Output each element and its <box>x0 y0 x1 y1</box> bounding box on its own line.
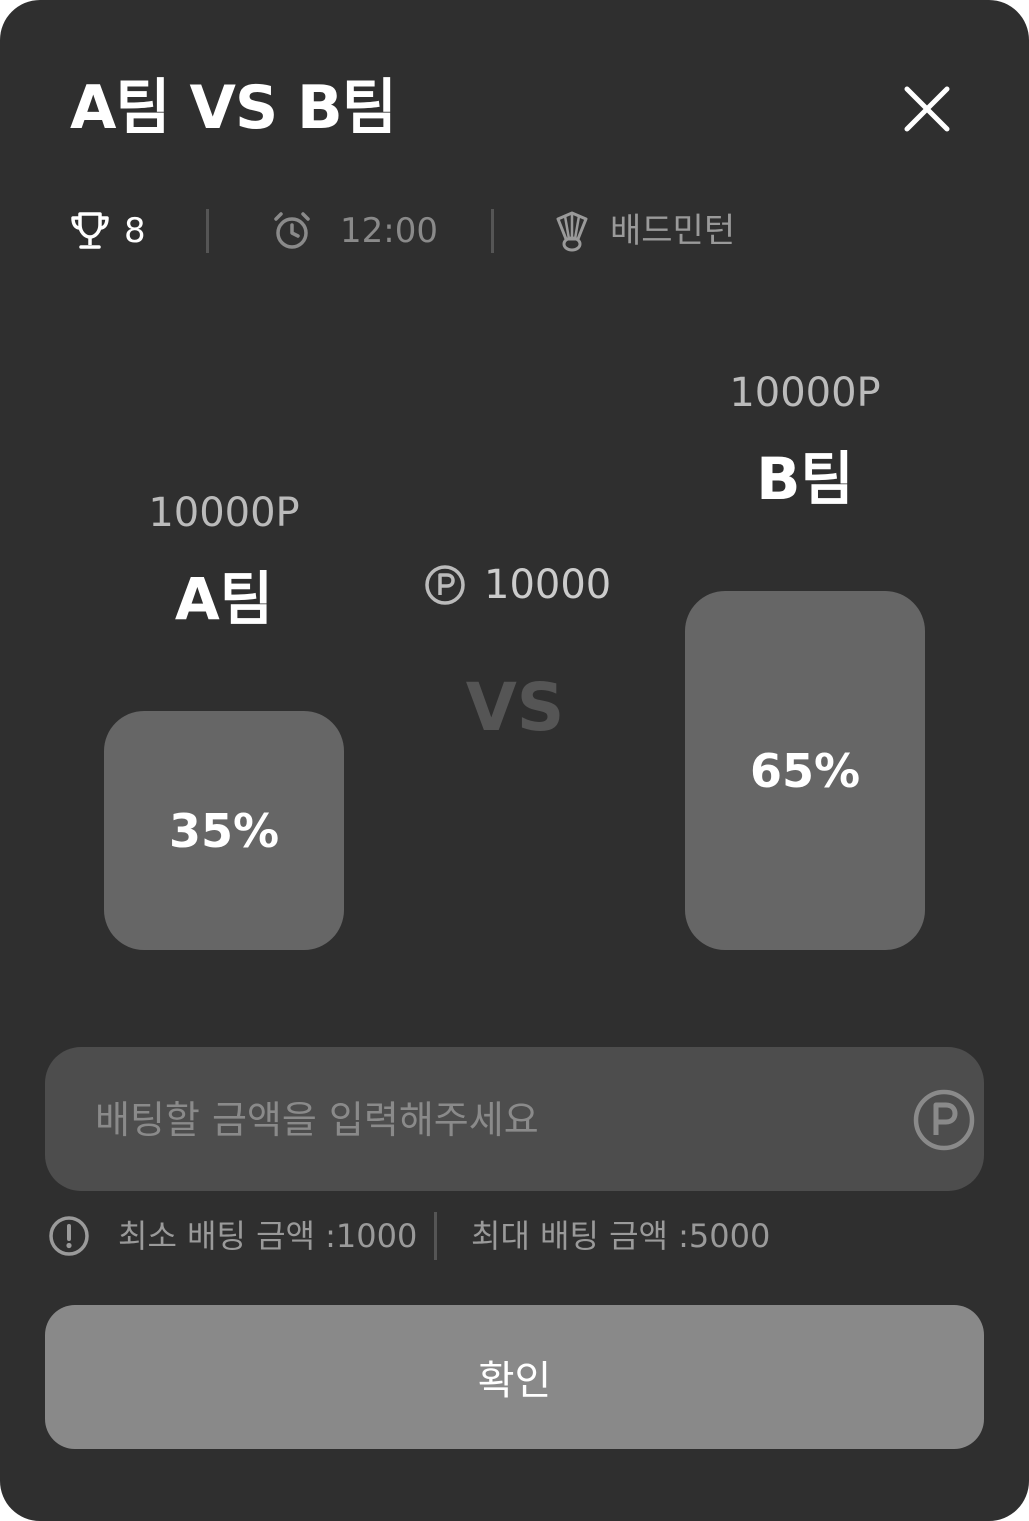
trophy-icon <box>71 212 109 249</box>
team-b-bar[interactable]: 65% <box>685 591 925 950</box>
match-time: 12:00 <box>340 211 438 251</box>
bet-amount-input[interactable] <box>93 1047 857 1193</box>
modal-title: A팀 VS B팀 <box>70 73 397 143</box>
team-a-bar[interactable]: 35% <box>104 711 344 950</box>
betting-modal: A팀 VS B팀 8 12:00 배드민턴 10000P A팀 10000P B… <box>0 0 1029 1521</box>
point-coin-icon <box>913 1089 975 1151</box>
exclamation-circle-icon <box>49 1216 89 1256</box>
trophy-meta: 8 <box>68 205 146 257</box>
meta-divider <box>491 209 494 253</box>
team-a-name: A팀 <box>174 565 274 633</box>
shuttlecock-icon <box>556 211 588 252</box>
team-a-info: 10000P A팀 <box>104 489 344 633</box>
meta-divider <box>206 209 209 253</box>
point-coin-icon <box>425 565 465 605</box>
min-bet-label: 최소 배팅 금액 :1000 <box>118 1217 418 1255</box>
team-b-name: B팀 <box>756 445 854 513</box>
alarm-clock-icon <box>274 212 310 249</box>
time-meta: 12:00 <box>270 205 438 257</box>
bet-limits: 최소 배팅 금액 :1000 최대 배팅 금액 :5000 <box>48 1210 948 1262</box>
pool-amount: 10000 <box>484 562 612 608</box>
max-bet-label: 최대 배팅 금액 :5000 <box>471 1217 771 1255</box>
team-b-points: 10000P <box>729 370 881 416</box>
match-meta-row: 8 12:00 배드민턴 <box>68 205 768 257</box>
vs-label: VS <box>465 669 565 746</box>
team-b-percent: 65% <box>749 743 861 798</box>
limits-divider <box>434 1212 437 1260</box>
total-pool: 10000 <box>424 560 611 610</box>
team-a-points: 10000P <box>148 490 300 536</box>
team-b-info: 10000P B팀 <box>685 369 925 513</box>
team-a-percent: 35% <box>168 803 280 858</box>
close-button[interactable] <box>898 80 956 138</box>
trophy-count: 8 <box>124 211 146 251</box>
confirm-button[interactable]: 확인 <box>45 1305 984 1449</box>
bet-amount-field[interactable] <box>45 1047 984 1193</box>
sport-meta: 배드민턴 <box>552 205 735 257</box>
close-icon <box>904 86 950 132</box>
sport-name: 배드민턴 <box>610 211 736 251</box>
